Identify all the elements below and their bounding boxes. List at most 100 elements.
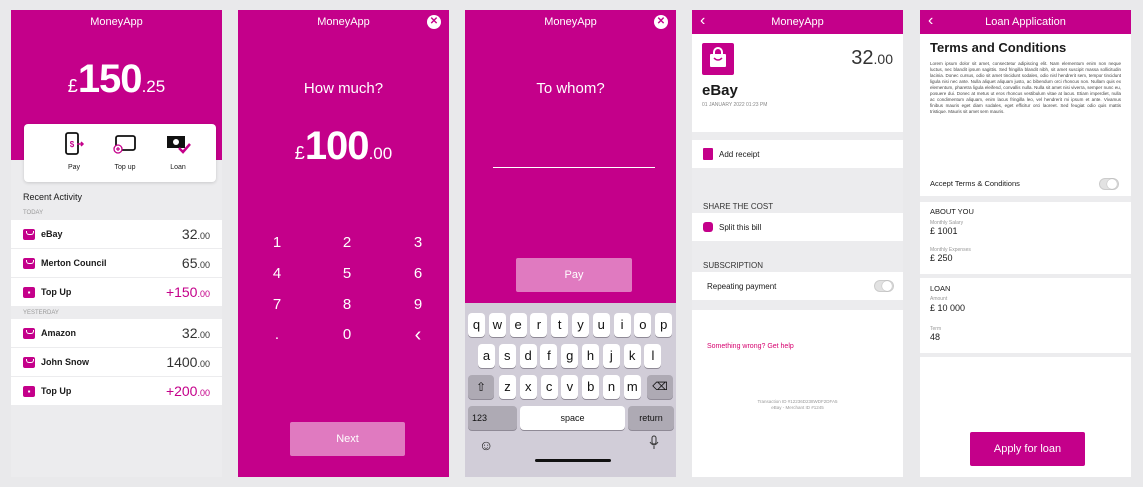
key-z[interactable]: z (499, 375, 516, 399)
transaction-amount-decimal: .00 (197, 359, 210, 369)
key-n[interactable]: n (603, 375, 620, 399)
salary-field[interactable]: £ 1001 (930, 226, 958, 236)
transaction-id: Transaction ID #12236D238WDF2DFA5 (757, 399, 838, 404)
key-u[interactable]: u (592, 313, 610, 337)
amount-question: How much? (303, 80, 384, 97)
transaction-amount-whole: 65 (181, 255, 198, 271)
close-icon[interactable]: ✕ (654, 15, 668, 29)
next-button[interactable]: Next (290, 422, 405, 456)
screen-title: Loan Application (985, 16, 1066, 28)
add-receipt-button[interactable]: Add receipt (692, 140, 903, 168)
loan-section: LOAN Amount £ 10 000 Term 48 (920, 278, 1131, 353)
key-s[interactable]: s (498, 344, 516, 368)
transaction-row[interactable]: Merton Council 65.00 (11, 249, 222, 277)
numbers-key[interactable]: 123 (468, 406, 517, 430)
key-m[interactable]: m (623, 375, 641, 399)
key-c[interactable]: c (540, 375, 558, 399)
delete-key[interactable]: ⌫ (647, 375, 673, 399)
key-j[interactable]: j (602, 344, 620, 368)
get-help-link[interactable]: Something wrong? Get help (707, 343, 794, 350)
key-y[interactable]: y (572, 313, 589, 337)
transaction-amount-whole: +200 (165, 383, 198, 399)
recipient-input[interactable] (493, 167, 655, 168)
phone-pay-icon: $ (65, 132, 85, 155)
recipient-question: To whom? (536, 80, 605, 97)
balance: £150.25 (11, 57, 222, 102)
keypad-key[interactable]: 5 (337, 265, 357, 282)
loan-amount-field[interactable]: £ 10 000 (930, 303, 965, 313)
shopping-bag-icon (702, 43, 734, 75)
top-up-icon: ▪ (23, 286, 35, 298)
shift-key[interactable]: ⇧ (468, 375, 494, 399)
pay-button[interactable]: Pay (516, 258, 632, 292)
add-receipt-label: Add receipt (719, 149, 760, 159)
emoji-icon[interactable]: ☺ (479, 437, 493, 453)
key-b[interactable]: b (582, 375, 600, 399)
key-e[interactable]: e (509, 313, 527, 337)
keypad-key[interactable]: 2 (337, 234, 357, 251)
key-o[interactable]: o (634, 313, 652, 337)
terms-body: Lorem ipsum dolor sit amet, consectetur … (930, 61, 1121, 114)
key-h[interactable]: h (582, 344, 599, 368)
loan-action-button[interactable]: Loan (161, 132, 195, 171)
keypad-key[interactable]: 6 (408, 265, 428, 282)
transaction-row[interactable]: eBay 32.00 (11, 220, 222, 248)
amount-screen: MoneyApp ✕ How much? £100.00 1 2 3 4 5 6… (238, 10, 449, 477)
transaction-amount-decimal: .00 (197, 231, 210, 241)
keypad-key[interactable]: 7 (267, 296, 287, 313)
return-key[interactable]: return (628, 406, 674, 430)
keypad-key[interactable]: 8 (337, 296, 357, 313)
repeating-payment-toggle[interactable] (874, 280, 894, 292)
key-r[interactable]: r (530, 313, 548, 337)
split-bill-button[interactable]: Split this bill (692, 213, 903, 241)
keypad-key[interactable]: 4 (267, 265, 287, 282)
keypad-key[interactable]: 9 (408, 296, 428, 313)
key-q[interactable]: q (468, 313, 485, 337)
key-i[interactable]: i (613, 313, 631, 337)
keypad-key[interactable]: 0 (337, 326, 357, 343)
transaction-row[interactable]: ▪ Top Up +150.00 (11, 278, 222, 306)
transaction-name: John Snow (41, 357, 89, 367)
key-p[interactable]: p (655, 313, 673, 337)
transaction-row[interactable]: John Snow 1400.00 (11, 348, 222, 376)
close-icon[interactable]: ✕ (427, 15, 441, 29)
transaction-amount-whole: +150 (165, 284, 198, 300)
term-field[interactable]: 48 (930, 332, 940, 342)
key-v[interactable]: v (561, 375, 579, 399)
loan-icon (167, 136, 191, 154)
space-key[interactable]: space (520, 406, 625, 430)
pay-action-button[interactable]: $ Pay (57, 132, 91, 171)
key-k[interactable]: k (623, 344, 641, 368)
key-g[interactable]: g (561, 344, 579, 368)
microphone-icon[interactable] (649, 435, 659, 456)
key-a[interactable]: a (478, 344, 495, 368)
key-w[interactable]: w (488, 313, 506, 337)
transaction-amount: 1400.00 (166, 354, 210, 370)
backspace-key[interactable]: ‹ (408, 324, 428, 347)
keypad-key[interactable]: 1 (267, 234, 287, 251)
top-up-action-button[interactable]: Top up (108, 132, 142, 171)
transaction-amount-decimal: .00 (197, 260, 210, 270)
loan-action-label: Loan (170, 164, 186, 171)
amount-decimal: .00 (368, 144, 393, 163)
key-d[interactable]: d (519, 344, 537, 368)
key-t[interactable]: t (551, 313, 569, 337)
key-f[interactable]: f (540, 344, 558, 368)
transaction-amount: 32.00 (182, 226, 210, 242)
today-label: TODAY (23, 210, 44, 216)
amount-display: £100.00 (238, 124, 449, 169)
key-l[interactable]: l (644, 344, 662, 368)
keypad-key[interactable]: . (267, 326, 287, 343)
expenses-field[interactable]: £ 250 (930, 253, 953, 263)
terms-section: Terms and Conditions Lorem ipsum dolor s… (920, 34, 1131, 172)
shopping-bag-icon (23, 356, 35, 368)
transaction-row[interactable]: ▪ Top Up +200.00 (11, 377, 222, 405)
keypad-key[interactable]: 3 (408, 234, 428, 251)
transaction-amount-decimal: .00 (197, 388, 210, 398)
accept-terms-toggle[interactable] (1099, 178, 1119, 190)
apply-for-loan-button[interactable]: Apply for loan (970, 432, 1085, 466)
split-bill-label: Split this bill (719, 222, 762, 232)
key-x[interactable]: x (519, 375, 537, 399)
split-icon (703, 222, 713, 232)
transaction-row[interactable]: Amazon 32.00 (11, 319, 222, 347)
